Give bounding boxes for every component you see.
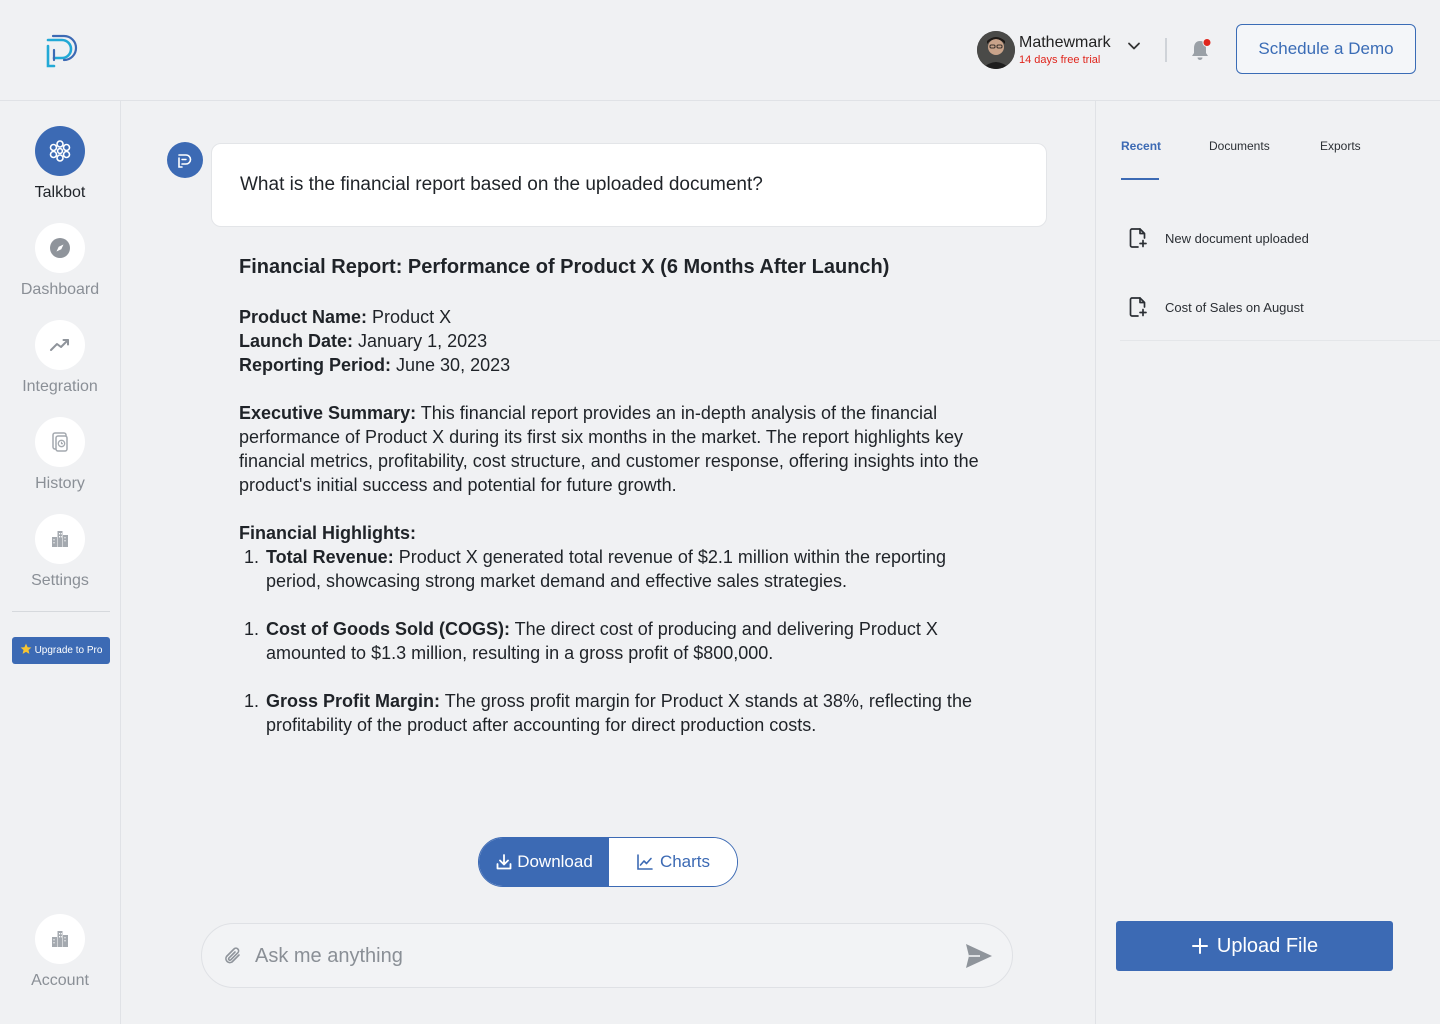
paperclip-icon[interactable] xyxy=(222,945,244,967)
upgrade-label: Upgrade to Pro xyxy=(34,645,103,656)
sidebar-item-label: Account xyxy=(31,972,89,989)
report-title: Financial Report: Performance of Product… xyxy=(239,256,890,278)
reporting-period-value: June 30, 2023 xyxy=(396,355,511,375)
upload-label: Upload File xyxy=(1216,934,1319,957)
reporting-period-line: Reporting Period: June 30, 2023 xyxy=(239,353,979,377)
buildings-icon xyxy=(35,914,85,964)
chat-input[interactable] xyxy=(255,936,945,976)
list-text: Gross Profit Margin: The gross profit ma… xyxy=(266,691,972,735)
send-icon[interactable] xyxy=(964,942,994,970)
answer-actions: Download Charts xyxy=(478,837,738,887)
highlights-heading: Financial Highlights: xyxy=(239,523,417,543)
chevron-down-icon[interactable] xyxy=(1126,38,1142,54)
list-item: 1. Total Revenue: Product X generated to… xyxy=(239,545,979,593)
bell-icon[interactable] xyxy=(1188,38,1212,62)
charts-button[interactable]: Charts xyxy=(609,838,737,886)
product-name-value: Product X xyxy=(372,307,452,327)
plus-icon xyxy=(1191,938,1208,954)
executive-summary: Executive Summary: This financial report… xyxy=(239,401,979,497)
add-file-icon xyxy=(1129,297,1147,317)
sidebar-item-dashboard[interactable]: Dashboard xyxy=(0,223,120,300)
sidebar-item-talkbot[interactable]: Talkbot xyxy=(0,126,120,203)
schedule-demo-button[interactable]: Schedule a Demo xyxy=(1236,24,1416,74)
list-item: 1. Cost of Goods Sold (COGS): The direct… xyxy=(239,617,979,665)
trend-icon xyxy=(35,320,85,370)
charts-label: Charts xyxy=(659,852,711,871)
list-text: Total Revenue: Product X generated total… xyxy=(266,547,947,591)
summary-label: Executive Summary: xyxy=(239,403,417,423)
upload-file-button[interactable]: Upload File xyxy=(1116,921,1393,971)
history-icon xyxy=(35,417,85,467)
sidebar-item-history[interactable]: History xyxy=(0,417,120,494)
sidebar-item-account[interactable]: Account xyxy=(0,914,120,991)
sidebar-item-label: Dashboard xyxy=(20,281,100,298)
launch-date-line: Launch Date: January 1, 2023 xyxy=(239,329,979,353)
active-tab-indicator xyxy=(1121,178,1159,180)
chat-input-bar xyxy=(201,923,1013,988)
tab-recent[interactable]: Recent xyxy=(1121,139,1161,153)
download-label: Download xyxy=(517,852,593,871)
user-menu[interactable]: Mathewmark 14 days free trial xyxy=(977,30,1111,70)
download-icon xyxy=(496,854,512,870)
user-question: What is the financial report based on th… xyxy=(211,143,1047,227)
launch-date-label: Launch Date: xyxy=(239,331,354,351)
product-name-line: Product Name: Product X xyxy=(239,305,979,329)
buildings-icon xyxy=(35,514,85,564)
recent-item-label: Cost of Sales on August xyxy=(1165,299,1304,315)
top-header: Mathewmark 14 days free trial Schedule a… xyxy=(0,0,1440,101)
user-name: Mathewmark xyxy=(1019,34,1111,51)
list-item[interactable]: Cost of Sales on August xyxy=(1127,296,1304,318)
chart-icon xyxy=(637,854,653,870)
star-icon xyxy=(20,643,32,658)
upgrade-to-pro-button[interactable]: Upgrade to Pro xyxy=(12,637,110,664)
sidebar-item-label: Talkbot xyxy=(34,184,86,201)
compass-icon xyxy=(35,223,85,273)
bot-answer: Financial Report: Performance of Product… xyxy=(239,254,979,737)
avatar xyxy=(977,31,1015,69)
user-text: Mathewmark 14 days free trial xyxy=(1019,33,1111,67)
product-name-label: Product Name: xyxy=(239,307,368,327)
reporting-period-label: Reporting Period: xyxy=(239,355,391,375)
list-number: 1. xyxy=(243,547,259,567)
sidebar-item-settings[interactable]: Settings xyxy=(0,514,120,591)
add-file-icon xyxy=(1129,228,1147,248)
sidebar-item-label: Settings xyxy=(31,572,89,589)
left-sidebar: Talkbot Dashboard Integration History Se… xyxy=(0,101,121,1024)
sidebar-item-label: Integration xyxy=(22,378,98,395)
recent-item-label: New document uploaded xyxy=(1165,230,1309,246)
sidebar-item-integration[interactable]: Integration xyxy=(0,320,120,397)
header-divider xyxy=(1165,38,1167,62)
tab-documents[interactable]: Documents xyxy=(1209,139,1270,153)
bot-avatar xyxy=(167,142,203,178)
talkbot-icon xyxy=(35,126,85,176)
download-button[interactable]: Download xyxy=(479,838,609,886)
tab-exports[interactable]: Exports xyxy=(1320,139,1361,153)
list-number: 1. xyxy=(243,619,259,639)
list-text: Cost of Goods Sold (COGS): The direct co… xyxy=(266,619,938,663)
list-number: 1. xyxy=(243,691,259,711)
list-item: 1. Gross Profit Margin: The gross profit… xyxy=(239,689,979,737)
app-logo[interactable] xyxy=(42,32,80,70)
recent-divider xyxy=(1120,340,1440,341)
launch-date-value: January 1, 2023 xyxy=(358,331,488,351)
trial-status: 14 days free trial xyxy=(1019,54,1101,66)
sidebar-divider xyxy=(12,611,110,612)
sidebar-item-label: History xyxy=(35,475,85,492)
list-item[interactable]: New document uploaded xyxy=(1127,227,1309,249)
